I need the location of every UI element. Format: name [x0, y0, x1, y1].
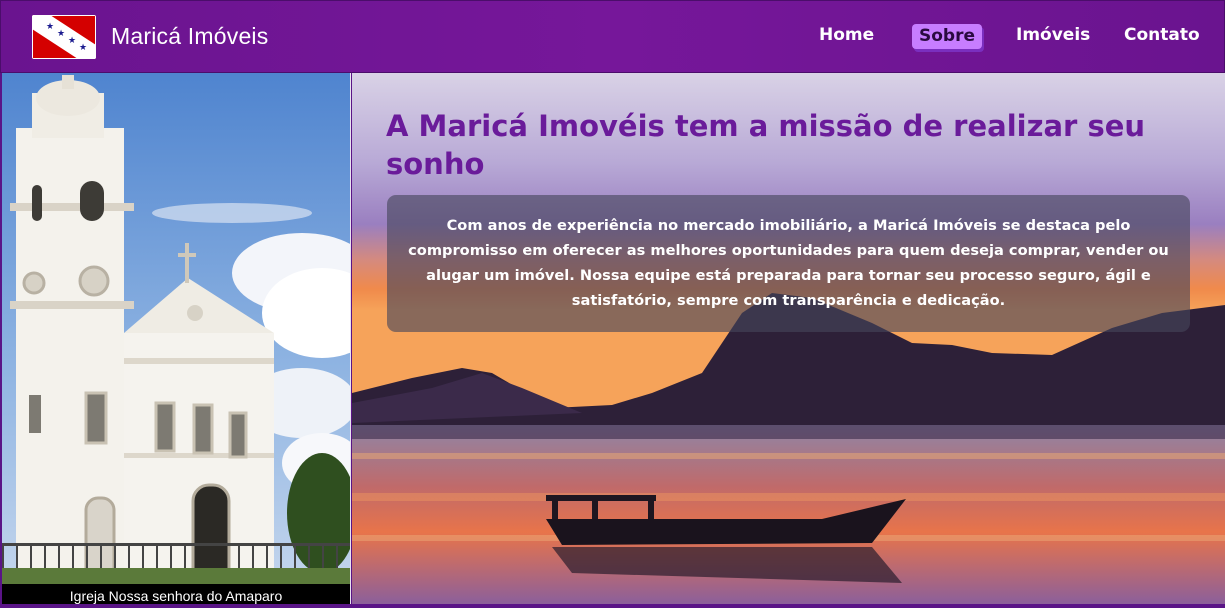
- hero-description: Com anos de experiência no mercado imobi…: [408, 217, 1169, 309]
- nav-contato-link[interactable]: Contato: [1124, 23, 1200, 47]
- hero-description-box: Com anos de experiência no mercado imobi…: [387, 195, 1190, 332]
- footer-strip: [0, 604, 1225, 608]
- church-photo: [2, 73, 350, 608]
- svg-text:★: ★: [79, 43, 87, 53]
- hero-title: A Maricá Imovéis tem a missão de realiza…: [386, 109, 1146, 181]
- about-hero: A Maricá Imovéis tem a missão de realiza…: [352, 73, 1225, 605]
- top-navbar: ★ ★ ★ ★ Maricá Imóveis Home Sobre Imóvei…: [0, 0, 1225, 73]
- brand-name[interactable]: Maricá Imóveis: [111, 23, 268, 50]
- nav-sobre-link[interactable]: Sobre: [912, 24, 983, 49]
- svg-text:★: ★: [46, 22, 54, 32]
- svg-text:★: ★: [68, 36, 76, 46]
- nav-imoveis-link[interactable]: Imóveis: [1016, 23, 1090, 47]
- svg-text:★: ★: [57, 29, 65, 39]
- nav-home-link[interactable]: Home: [819, 23, 874, 47]
- church-photo-panel: Igreja Nossa senhora do Amaparo: [2, 73, 351, 608]
- marica-flag-logo-icon[interactable]: ★ ★ ★ ★: [32, 15, 96, 59]
